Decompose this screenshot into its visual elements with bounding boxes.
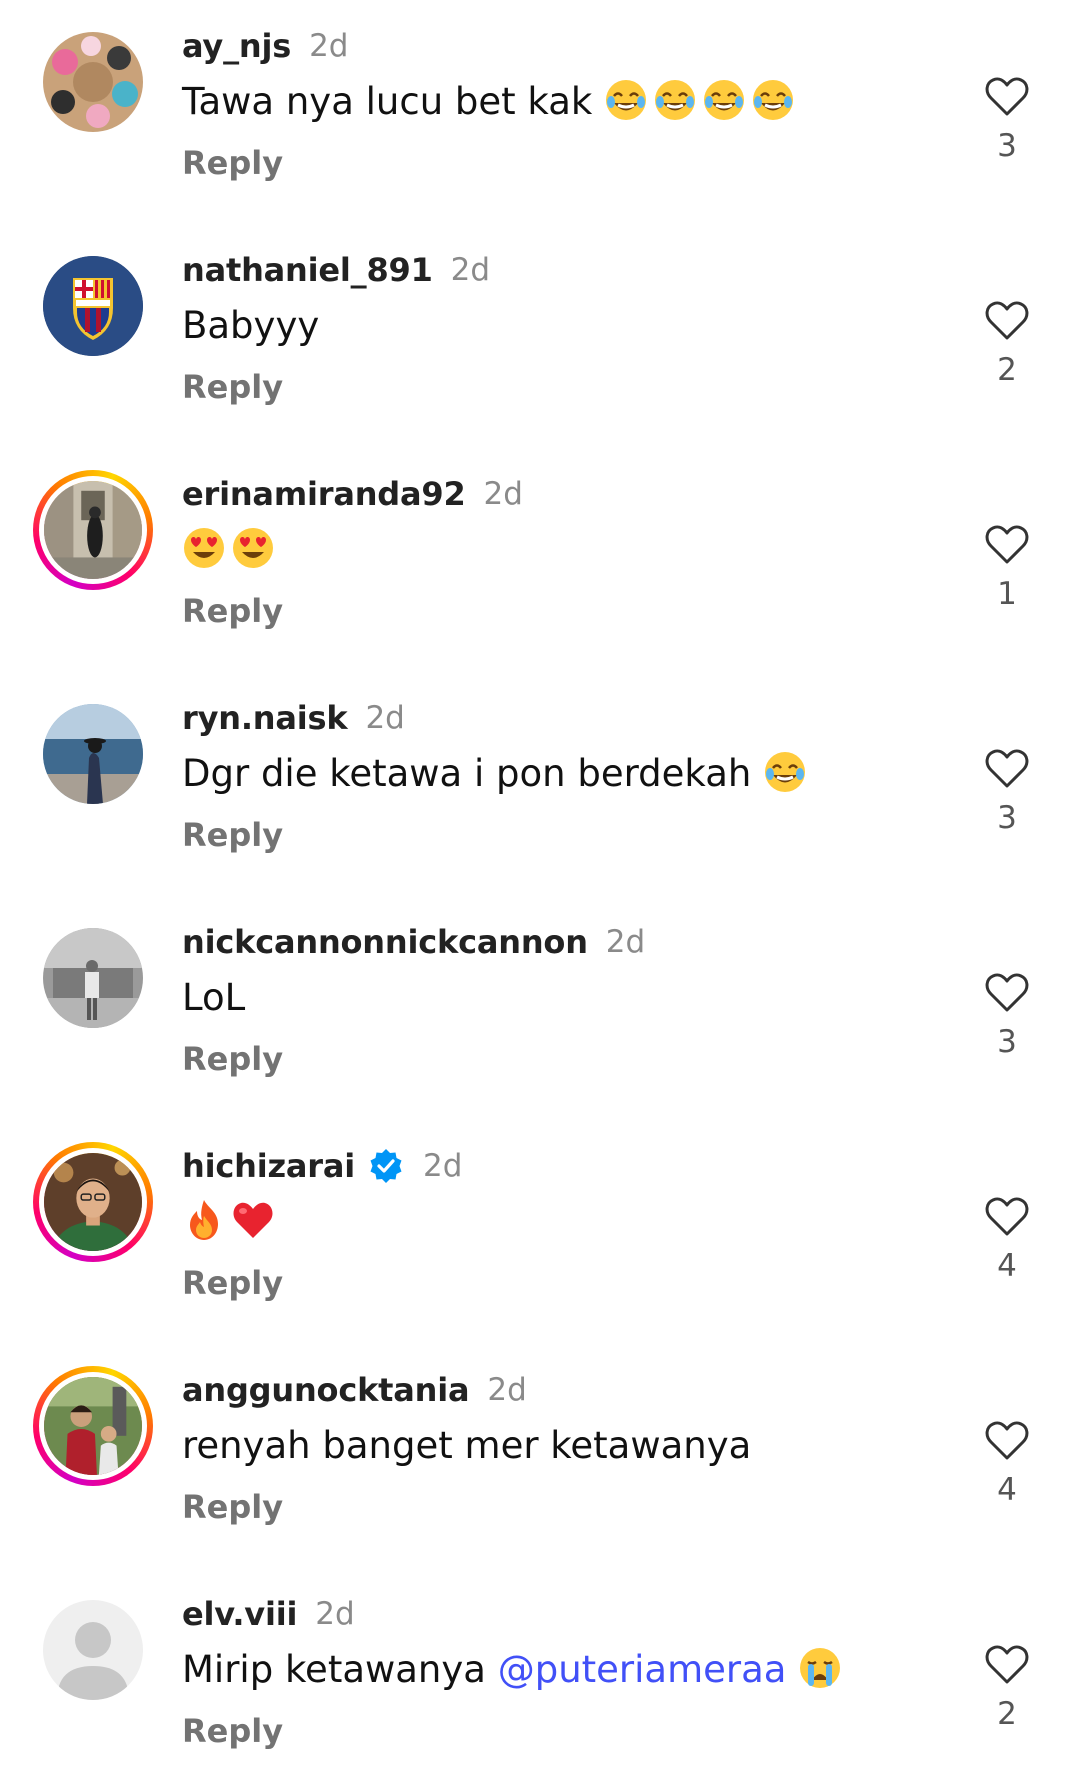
heart-eyes-emoji (182, 526, 226, 570)
comment-meta: hichizarai 2d (182, 1146, 462, 1186)
heart-icon[interactable] (982, 1191, 1032, 1241)
comment-item: elv.viii 2d Mirip ketawanya @puteriamera… (0, 1584, 1080, 1784)
comment-text (182, 1198, 280, 1246)
beach-photo-avatar (43, 704, 143, 804)
like-count: 3 (997, 800, 1017, 836)
avatar[interactable] (33, 694, 153, 814)
comment-meta: anggunocktania 2d (182, 1370, 527, 1410)
comment-item: hichizarai 2d Reply 4 (0, 1136, 1080, 1336)
portrait-photo-avatar (39, 1148, 147, 1256)
timestamp: 2d (487, 1372, 527, 1408)
comment-text (182, 526, 280, 574)
comment-body: LoL (182, 976, 246, 1019)
comment-text: Dgr die ketawa i pon berdekah (182, 750, 812, 798)
group-photo-avatar (43, 32, 143, 132)
comment-item: anggunocktania 2d renyah banget mer keta… (0, 1360, 1080, 1560)
default-user-avatar (43, 1600, 143, 1700)
username[interactable]: elv.viii (182, 1595, 297, 1633)
verified-badge-icon (367, 1147, 405, 1185)
comment-body: Tawa nya lucu bet kak (182, 80, 605, 123)
heart-icon[interactable] (982, 71, 1032, 121)
grayscale-photo-avatar (43, 928, 143, 1028)
heart-icon[interactable] (982, 1415, 1032, 1465)
reply-button[interactable]: Reply (182, 1712, 283, 1750)
comment-meta: ay_njs 2d (182, 26, 348, 66)
comment-list: ay_njs 2d Tawa nya lucu bet kak Reply 3 (0, 0, 1080, 1750)
username[interactable]: nickcannonnickcannon (182, 923, 588, 961)
username[interactable]: erinamiranda92 (182, 475, 466, 513)
heart-icon[interactable] (982, 519, 1032, 569)
joy-emoji (604, 78, 648, 122)
like-count: 2 (997, 1696, 1017, 1732)
story-ring-avatar[interactable] (33, 1366, 153, 1486)
like-count: 4 (997, 1248, 1017, 1284)
comment-meta: ryn.naisk 2d (182, 698, 405, 738)
reply-button[interactable]: Reply (182, 368, 283, 406)
crying-emoji (798, 1646, 842, 1690)
comment-text: LoL (182, 974, 245, 1022)
comment-item: ryn.naisk 2d Dgr die ketawa i pon berdek… (0, 688, 1080, 888)
timestamp: 2d (365, 700, 405, 736)
reply-button[interactable]: Reply (182, 1040, 283, 1078)
username[interactable]: hichizarai (182, 1147, 355, 1185)
reply-button[interactable]: Reply (182, 1264, 283, 1302)
comment-item: nickcannonnickcannon 2d LoL Reply 3 (0, 912, 1080, 1112)
comment-item: erinamiranda92 2d Reply 1 (0, 464, 1080, 664)
timestamp: 2d (605, 924, 646, 960)
comment-item: nathaniel_891 2d Babyyy Reply 2 (0, 240, 1080, 440)
comment-meta: nickcannonnickcannon 2d (182, 922, 645, 962)
heart-icon[interactable] (982, 967, 1032, 1017)
joy-emoji (763, 750, 807, 794)
joy-emoji (751, 78, 795, 122)
family-photo-avatar (39, 1372, 147, 1480)
like-count: 3 (997, 1024, 1017, 1060)
heart-eyes-emoji (231, 526, 275, 570)
username[interactable]: nathaniel_891 (182, 251, 433, 289)
like-count: 2 (997, 352, 1017, 388)
like-count: 3 (997, 128, 1017, 164)
timestamp: 2d (423, 1148, 463, 1184)
comment-text: Tawa nya lucu bet kak (182, 78, 800, 126)
comment-item: ay_njs 2d Tawa nya lucu bet kak Reply 3 (0, 16, 1080, 216)
story-ring-avatar[interactable] (33, 470, 153, 590)
comment-meta: elv.viii 2d (182, 1594, 355, 1634)
comment-text: Mirip ketawanya @puteriameraa (182, 1646, 847, 1694)
like-count: 1 (997, 576, 1017, 612)
comment-body: Babyyy (182, 304, 320, 347)
username[interactable]: ay_njs (182, 27, 291, 65)
timestamp: 2d (450, 252, 491, 288)
fcb-crest-avatar (43, 256, 143, 356)
avatar[interactable] (33, 918, 153, 1038)
username[interactable]: anggunocktania (182, 1371, 470, 1409)
avatar[interactable] (33, 246, 153, 366)
username[interactable]: ryn.naisk (182, 699, 348, 737)
reply-button[interactable]: Reply (182, 1488, 283, 1526)
comment-body: Mirip ketawanya (182, 1648, 498, 1691)
comment-meta: erinamiranda92 2d (182, 474, 523, 514)
street-photo-avatar (39, 476, 147, 584)
timestamp: 2d (315, 1596, 355, 1632)
avatar[interactable] (33, 22, 153, 142)
like-count: 4 (997, 1472, 1017, 1508)
fire-emoji (182, 1198, 226, 1242)
avatar[interactable] (33, 1590, 153, 1710)
reply-button[interactable]: Reply (182, 592, 283, 630)
joy-emoji (702, 78, 746, 122)
timestamp: 2d (309, 28, 349, 64)
mention-link[interactable]: @puteriameraa (498, 1648, 787, 1691)
heart-icon[interactable] (982, 1639, 1032, 1689)
comment-body: renyah banget mer ketawanya (182, 1424, 752, 1467)
reply-button[interactable]: Reply (182, 144, 283, 182)
comment-body: Dgr die ketawa i pon berdekah (182, 752, 764, 795)
heart-icon[interactable] (982, 743, 1032, 793)
red-heart-emoji (231, 1198, 275, 1242)
reply-button[interactable]: Reply (182, 816, 283, 854)
comment-text: renyah banget mer ketawanya (182, 1422, 751, 1470)
heart-icon[interactable] (982, 295, 1032, 345)
joy-emoji (653, 78, 697, 122)
comment-meta: nathaniel_891 2d (182, 250, 490, 290)
comment-text: Babyyy (182, 302, 319, 350)
story-ring-avatar[interactable] (33, 1142, 153, 1262)
timestamp: 2d (483, 476, 523, 512)
